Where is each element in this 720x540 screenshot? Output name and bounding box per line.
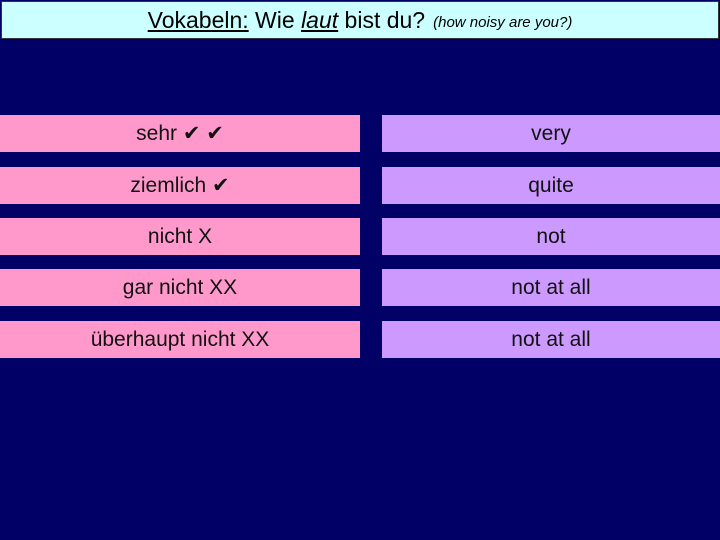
german-term: nicht X (0, 218, 360, 255)
title-laut: laut (301, 6, 339, 33)
title-bar: Vokabeln: Wie laut bist du? (how noisy a… (1, 1, 719, 39)
vocab-row: ziemlich ✔ quite (0, 167, 720, 204)
title-vokabeln: Vokabeln: (147, 6, 249, 33)
english-term: not (382, 218, 720, 255)
german-term: sehr ✔ ✔ (0, 115, 360, 152)
german-term: ziemlich ✔ (0, 167, 360, 204)
title-bist-du: bist du? (338, 6, 426, 33)
english-term: not at all (382, 321, 720, 358)
english-term: not at all (382, 269, 720, 306)
english-term: very (382, 115, 720, 152)
vocab-row: gar nicht XX not at all (0, 269, 720, 306)
german-term: gar nicht XX (0, 269, 360, 306)
english-term: quite (382, 167, 720, 204)
vocab-row: überhaupt nicht XX not at all (0, 321, 720, 358)
vocab-row: sehr ✔ ✔ very (0, 115, 720, 152)
page-title: Vokabeln: Wie laut bist du? (148, 7, 425, 34)
title-translation: (how noisy are you?) (433, 13, 573, 31)
title-wie: Wie (248, 6, 302, 33)
vocab-row: nicht X not (0, 218, 720, 255)
german-term: überhaupt nicht XX (0, 321, 360, 358)
